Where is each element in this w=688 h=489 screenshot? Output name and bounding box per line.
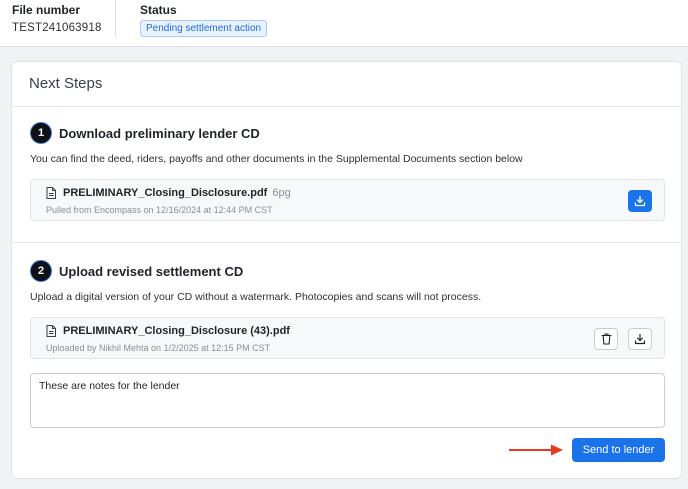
file-number-label: File number xyxy=(12,3,81,17)
header-divider xyxy=(115,0,116,38)
card-title: Next Steps xyxy=(29,75,103,92)
uploaded-cd-file: PRELIMINARY_Closing_Disclosure (43).pdf … xyxy=(30,317,665,359)
status-label: Status xyxy=(140,3,177,17)
step-1-description: You can find the deed, riders, payoffs a… xyxy=(30,153,523,165)
status-block: Status Pending settlement action xyxy=(140,3,268,37)
file-name[interactable]: PRELIMINARY_Closing_Disclosure.pdf 6pg xyxy=(63,187,291,199)
file-header: File number TEST241063918 Status Pending… xyxy=(0,0,688,47)
next-steps-card: Next Steps 1 Download preliminary lender… xyxy=(11,61,682,479)
file-name[interactable]: PRELIMINARY_Closing_Disclosure (43).pdf xyxy=(63,325,290,337)
file-meta: Pulled from Encompass on 12/16/2024 at 1… xyxy=(46,205,273,215)
arrow-icon xyxy=(509,444,563,456)
send-to-lender-button[interactable]: Send to lender xyxy=(572,438,665,462)
file-page-count: 6pg xyxy=(272,187,291,199)
download-button[interactable] xyxy=(628,190,652,212)
step-1-title: Download preliminary lender CD xyxy=(59,126,260,141)
download-icon xyxy=(634,333,646,345)
file-number-value: TEST241063918 xyxy=(12,22,102,34)
download-icon xyxy=(634,195,646,207)
file-number-block: File number TEST241063918 xyxy=(12,3,102,35)
document-icon xyxy=(46,325,56,337)
step-2-number: 2 xyxy=(30,260,52,282)
document-icon xyxy=(46,187,56,199)
step-1-number: 1 xyxy=(30,122,52,144)
file-name-text: PRELIMINARY_Closing_Disclosure.pdf xyxy=(63,187,268,199)
trash-icon xyxy=(600,333,612,345)
card-title-divider xyxy=(12,106,681,107)
preliminary-cd-file: PRELIMINARY_Closing_Disclosure.pdf 6pg Pu… xyxy=(30,179,665,221)
status-badge: Pending settlement action xyxy=(140,20,268,37)
step-divider xyxy=(12,242,681,243)
delete-button[interactable] xyxy=(594,328,618,350)
lender-notes-field[interactable] xyxy=(30,373,665,428)
step-2-description: Upload a digital version of your CD with… xyxy=(30,291,482,303)
step-2-title: Upload revised settlement CD xyxy=(59,264,244,279)
file-meta: Uploaded by Nikhil Mehta on 1/2/2025 at … xyxy=(46,343,271,353)
download-button[interactable] xyxy=(628,328,652,350)
